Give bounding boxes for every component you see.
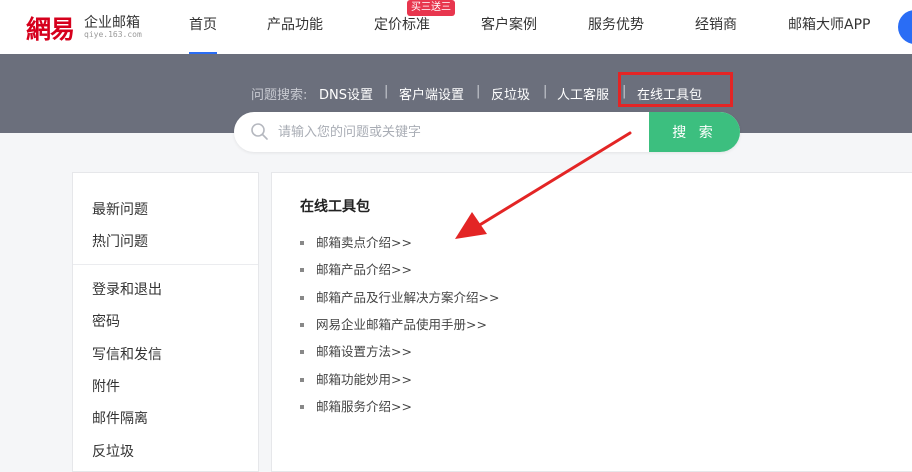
sidebar-divider bbox=[73, 264, 258, 265]
sidebar-item-latest[interactable]: 最新问题 bbox=[92, 199, 148, 219]
search-icon bbox=[251, 123, 268, 140]
toolkit-link-label: 邮箱产品及行业解决方案介绍>> bbox=[316, 290, 500, 305]
highlight-box bbox=[618, 72, 733, 107]
bullet-icon bbox=[300, 295, 304, 300]
search-bar: 搜 索 bbox=[234, 112, 740, 152]
quick-link-antispam[interactable]: 反垃圾 bbox=[491, 84, 530, 103]
toolkit-link-label: 邮箱卖点介绍>> bbox=[316, 235, 412, 250]
search-button[interactable]: 搜 索 bbox=[649, 112, 740, 152]
quick-link-human-support[interactable]: 人工客服 bbox=[557, 84, 609, 103]
logo-domain: qiye.163.com bbox=[84, 30, 142, 39]
sidebar-item-popular[interactable]: 热门问题 bbox=[92, 231, 148, 251]
quick-link-separator: | bbox=[476, 84, 481, 99]
page-title: 在线工具包 bbox=[300, 199, 370, 215]
toolkit-link[interactable]: 网易企业邮箱产品使用手册>> bbox=[300, 314, 487, 333]
toolkit-link-label: 邮箱设置方法>> bbox=[316, 344, 412, 359]
sidebar-item-compose-send[interactable]: 写信和发信 bbox=[92, 344, 162, 364]
quick-search-prefix: 问题搜索: bbox=[251, 88, 308, 103]
bullet-icon bbox=[300, 404, 304, 409]
sidebar-item-attachments[interactable]: 附件 bbox=[92, 376, 120, 396]
toolkit-link[interactable]: 邮箱卖点介绍>> bbox=[300, 232, 412, 251]
nav-service-advantages[interactable]: 服务优势 bbox=[588, 14, 644, 34]
quick-link-dns[interactable]: DNS设置 bbox=[319, 84, 373, 103]
quick-link-client-settings[interactable]: 客户端设置 bbox=[399, 84, 464, 103]
toolkit-link[interactable]: 邮箱服务介绍>> bbox=[300, 396, 412, 415]
nav-pricing[interactable]: 定价标准 bbox=[374, 14, 430, 34]
quick-link-separator: | bbox=[384, 84, 389, 99]
bullet-icon bbox=[300, 267, 304, 272]
content-panel: 在线工具包 邮箱卖点介绍>> 邮箱产品介绍>> 邮箱产品及行业解决方案介绍>> … bbox=[271, 172, 912, 472]
nav-mail-master-app[interactable]: 邮箱大师APP bbox=[788, 14, 870, 34]
bullet-icon bbox=[300, 322, 304, 327]
sidebar-item-login-logout[interactable]: 登录和退出 bbox=[92, 279, 162, 299]
bullet-icon bbox=[300, 349, 304, 354]
bullet-icon bbox=[300, 240, 304, 245]
category-sidebar: 最新问题 热门问题 登录和退出 密码 写信和发信 附件 邮件隔离 反垃圾 bbox=[72, 172, 259, 472]
sidebar-item-password[interactable]: 密码 bbox=[92, 311, 120, 331]
toolkit-link-label: 邮箱产品介绍>> bbox=[316, 262, 412, 277]
sidebar-item-quarantine[interactable]: 邮件隔离 bbox=[92, 408, 148, 428]
bullet-icon bbox=[300, 377, 304, 382]
nav-product-features[interactable]: 产品功能 bbox=[267, 14, 323, 34]
search-input[interactable] bbox=[278, 112, 648, 152]
logo-name: 企业邮箱 bbox=[84, 15, 140, 31]
nav-home[interactable]: 首页 bbox=[189, 14, 217, 55]
nav-customer-cases[interactable]: 客户案例 bbox=[481, 14, 537, 34]
toolkit-link[interactable]: 邮箱产品介绍>> bbox=[300, 259, 412, 278]
sidebar-item-antispam[interactable]: 反垃圾 bbox=[92, 441, 134, 461]
toolkit-link[interactable]: 邮箱产品及行业解决方案介绍>> bbox=[300, 287, 499, 306]
toolkit-link-label: 邮箱服务介绍>> bbox=[316, 399, 412, 414]
toolkit-link-label: 邮箱功能妙用>> bbox=[316, 372, 412, 387]
top-navbar: 網易 企业邮箱 qiye.163.com 首页 产品功能 定价标准 买三送三 客… bbox=[0, 0, 912, 55]
quick-link-separator: | bbox=[543, 84, 548, 99]
app-icon[interactable] bbox=[898, 10, 912, 44]
toolkit-link[interactable]: 邮箱功能妙用>> bbox=[300, 369, 412, 388]
promo-badge: 买三送三 bbox=[407, 0, 455, 16]
logo-mark: 網易 bbox=[26, 15, 75, 44]
toolkit-link[interactable]: 邮箱设置方法>> bbox=[300, 341, 412, 360]
nav-dealers[interactable]: 经销商 bbox=[695, 14, 737, 34]
toolkit-link-label: 网易企业邮箱产品使用手册>> bbox=[316, 317, 487, 332]
